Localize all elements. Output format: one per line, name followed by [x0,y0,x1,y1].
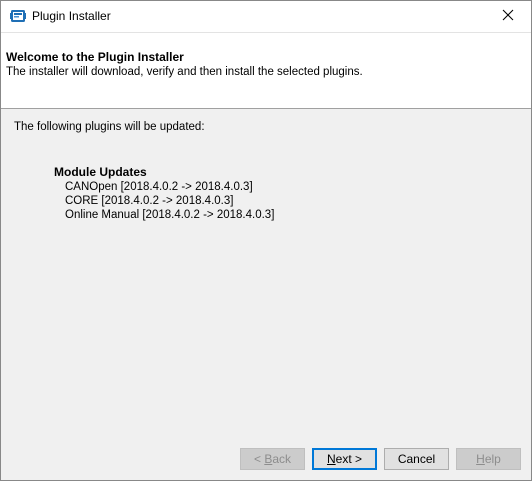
back-button-mnemonic: B [264,452,273,466]
list-item: CANOpen [2018.4.0.2 -> 2018.4.0.3] [65,181,253,193]
next-button[interactable]: Next > [312,448,377,470]
help-button[interactable]: Help [456,448,521,470]
list-item: CORE [2018.4.0.2 -> 2018.4.0.3] [65,195,234,207]
back-button[interactable]: < Back [240,448,305,470]
next-button-label: ext > [335,452,363,466]
installer-icon [10,8,26,24]
title-bar[interactable]: Plugin Installer [1,1,531,32]
header-subtitle: The installer will download, verify and … [6,66,363,78]
installer-window: Plugin Installer Welcome to the Plugin I… [0,0,532,481]
window-title: Plugin Installer [32,9,111,23]
list-item: Online Manual [2018.4.0.2 -> 2018.4.0.3] [65,209,275,221]
module-updates-heading: Module Updates [54,165,147,179]
next-button-mnemonic: N [326,452,336,466]
header-panel: Welcome to the Plugin Installer The inst… [1,32,531,109]
close-button[interactable] [485,1,531,32]
back-button-prefix: < [253,452,265,466]
cancel-button-label: Cancel [397,452,436,466]
cancel-button[interactable]: Cancel [384,448,449,470]
help-button-label: elp [484,452,501,466]
close-icon [502,9,514,24]
module-update-list: CANOpen [2018.4.0.2 -> 2018.4.0.3] CORE … [65,180,274,222]
header-title: Welcome to the Plugin Installer [6,50,184,64]
help-button-mnemonic: H [476,452,485,466]
back-button-label: ack [272,452,292,466]
intro-text: The following plugins will be updated: [14,121,205,133]
